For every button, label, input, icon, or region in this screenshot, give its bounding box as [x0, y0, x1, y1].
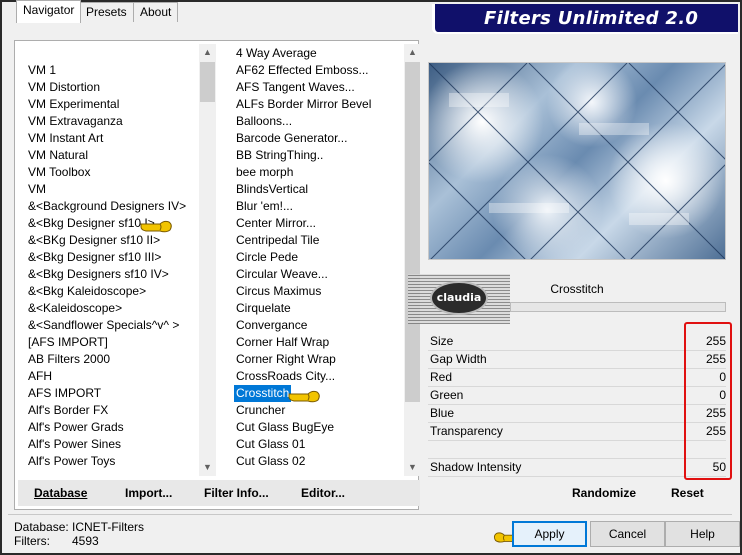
filters-count: 4593 [72, 534, 99, 548]
category-item[interactable]: &<Bkg Designers sf10 IV> [26, 266, 171, 283]
category-item[interactable]: AB Filters 2000 [26, 351, 112, 368]
database-button[interactable]: Database [34, 486, 87, 500]
filter-item[interactable]: Crosstitch [234, 385, 292, 402]
filter-item[interactable]: BB StringThing.. [234, 147, 325, 164]
filter-item[interactable]: Barcode Generator... [234, 130, 349, 147]
apply-button[interactable]: Apply [512, 521, 587, 547]
filter-info-button[interactable]: Filter Info... [204, 486, 269, 500]
tab-presets[interactable]: Presets [79, 2, 134, 22]
category-item[interactable]: VM Instant Art [26, 130, 105, 147]
category-item[interactable]: Alf's Power Toys [26, 453, 117, 470]
category-item[interactable]: VM Natural [26, 147, 90, 164]
highlight-box [684, 322, 732, 480]
footer-divider [8, 514, 732, 515]
scroll-down-arrow-icon[interactable]: ▼ [199, 459, 216, 476]
filter-item[interactable]: Convergance [234, 317, 309, 334]
filter-item[interactable]: Center Mirror... [234, 215, 318, 232]
filter-preview[interactable] [428, 62, 726, 260]
category-item[interactable]: AFH [26, 368, 54, 385]
filter-item[interactable]: bee morph [234, 164, 295, 181]
parameter-label: Transparency [430, 424, 503, 438]
category-item[interactable]: [AFS IMPORT] [26, 334, 110, 351]
category-list[interactable]: VM 1 VM Distortion VM Experimental VM Extra… [20, 44, 216, 476]
reset-button[interactable]: Reset [671, 486, 704, 500]
parameter-label: Red [430, 370, 453, 384]
preview-crosstitch-pattern [429, 63, 725, 259]
category-item[interactable]: &<Kaleidoscope> [26, 300, 124, 317]
parameter-label: Gap Width [430, 352, 487, 366]
filter-item[interactable]: Cut Glass 02 [234, 453, 307, 470]
category-item[interactable]: Alf's Power Grads [26, 419, 126, 436]
tab-navigator[interactable]: Navigator [16, 0, 82, 23]
watermark-logo: claudia [430, 281, 488, 315]
category-item[interactable]: AFS IMPORT [26, 385, 103, 402]
category-item[interactable]: VM [26, 181, 48, 198]
filter-item[interactable]: Centripedal Tile [234, 232, 321, 249]
scroll-up-arrow-icon[interactable]: ▲ [199, 44, 216, 61]
parameter-label: Size [430, 334, 454, 348]
filter-list[interactable]: 4 Way Average AF62 Effected Emboss... AFS … [228, 44, 421, 476]
filter-item[interactable]: CrossRoads City... [234, 368, 337, 385]
editor-button[interactable]: Editor... [301, 486, 345, 500]
help-button[interactable]: Help [665, 521, 740, 547]
database-value: ICNET-Filters [72, 520, 144, 534]
parameter-divider [428, 476, 726, 477]
filter-item[interactable]: Balloons... [234, 113, 294, 130]
filter-item[interactable]: Corner Half Wrap [234, 334, 331, 351]
scroll-up-arrow-icon[interactable]: ▲ [404, 44, 421, 61]
app-title: Filters Unlimited 2.0 [484, 8, 699, 29]
filters-label: Filters: [14, 534, 50, 548]
parameter-label: Green [430, 388, 464, 402]
filter-item[interactable]: Circular Weave... [234, 266, 330, 283]
parameter-label: Shadow Intensity [430, 460, 522, 474]
database-label: Database: [14, 520, 69, 534]
filter-item[interactable]: Cut Glass BugEye [234, 419, 336, 436]
filter-item[interactable]: Corner Right Wrap [234, 351, 338, 368]
filter-item[interactable]: Blur 'em!... [234, 198, 295, 215]
filter-item[interactable]: AF62 Effected Emboss... [234, 62, 371, 79]
category-item[interactable]: VM Extravaganza [26, 113, 125, 130]
filter-item[interactable]: Cruncher [234, 402, 287, 419]
import-button[interactable]: Import... [125, 486, 172, 500]
category-item[interactable]: VM 1 [26, 62, 58, 79]
category-item[interactable]: &<Bkg Designer sf10 III> [26, 249, 163, 266]
filter-item[interactable]: Circus Maximus [234, 283, 323, 300]
category-item[interactable]: &<Sandflower Specials^v^ > [26, 317, 181, 334]
category-item[interactable]: VM Toolbox [26, 164, 92, 181]
category-item[interactable]: &<Bkg Kaleidoscope> [26, 283, 148, 300]
category-item[interactable]: &<BKg Designer sf10 II> [26, 232, 162, 249]
filter-item[interactable]: AFS Tangent Waves... [234, 79, 357, 96]
category-item[interactable]: Alf's Power Sines [26, 436, 123, 453]
tab-about[interactable]: About [133, 2, 179, 22]
scroll-thumb[interactable] [200, 62, 215, 102]
scroll-thumb[interactable] [405, 62, 420, 402]
filter-item[interactable]: Cirquelate [234, 300, 293, 317]
parameter-label: Blue [430, 406, 455, 420]
filter-scrollbar[interactable]: ▲ ▼ [404, 44, 421, 476]
filter-item[interactable]: Circle Pede [234, 249, 300, 266]
filter-item[interactable]: Cut Glass 01 [234, 436, 307, 453]
scroll-down-arrow-icon[interactable]: ▼ [404, 459, 421, 476]
pointing-hand-icon [288, 390, 320, 403]
pointing-hand-icon [140, 220, 172, 233]
filter-item[interactable]: 4 Way Average [234, 45, 319, 62]
category-item[interactable]: VM Experimental [26, 96, 121, 113]
category-item[interactable]: &<Bkg Designer sf10 I> [26, 215, 157, 232]
filter-item[interactable]: BlindsVertical [234, 181, 310, 198]
filter-item[interactable]: ALFs Border Mirror Bevel [234, 96, 373, 113]
category-scrollbar[interactable]: ▲ ▼ [199, 44, 216, 476]
category-item[interactable]: VM Distortion [26, 79, 102, 96]
category-item[interactable]: Alf's Border FX [26, 402, 110, 419]
progress-bar [510, 302, 726, 312]
cancel-button[interactable]: Cancel [590, 521, 665, 547]
randomize-button[interactable]: Randomize [572, 486, 636, 500]
category-item[interactable]: &<Background Designers IV> [26, 198, 188, 215]
